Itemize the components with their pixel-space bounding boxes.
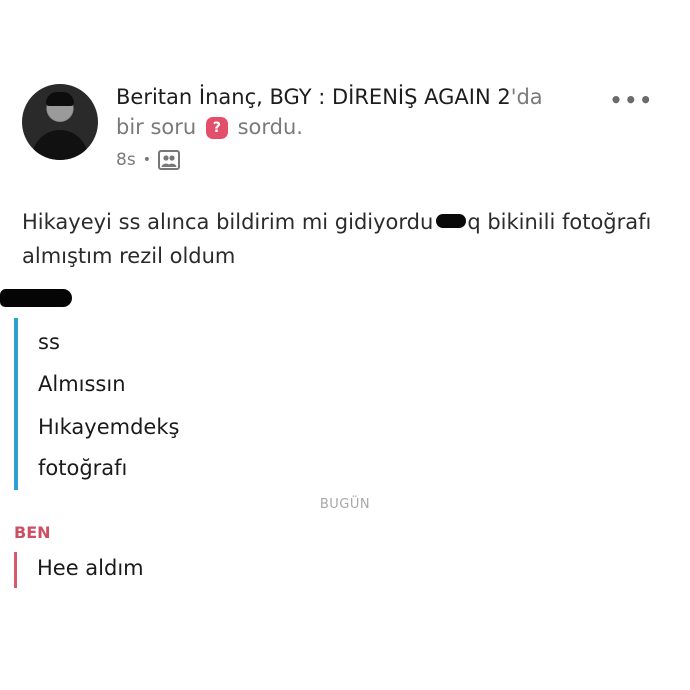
- post-header: Beritan İnanç, BGY : DİRENİŞ AGAIN 2'da …: [22, 82, 672, 182]
- more-options-icon[interactable]: •••: [610, 88, 654, 112]
- post-body: Hikayeyi ss alınca bildirim mi gidiyordu…: [22, 205, 662, 273]
- post-time[interactable]: 8s: [116, 150, 136, 170]
- quoted-message: ss: [38, 330, 60, 354]
- author-line: Beritan İnanç, BGY : DİRENİŞ AGAIN 2'da: [116, 82, 616, 112]
- post-meta: 8s •: [116, 150, 616, 170]
- question-icon: ?: [205, 117, 228, 139]
- reply-text: Hee aldım: [37, 556, 144, 580]
- quoted-message: fotoğrafı: [38, 456, 128, 480]
- sender-label-me: BEN: [14, 523, 51, 542]
- quoted-message: Almıssın: [38, 372, 126, 396]
- redacted-sender-name: [0, 289, 72, 307]
- meta-separator: •: [142, 152, 151, 168]
- action-line: bir soru ? sordu.: [116, 112, 616, 142]
- redaction-mark: [436, 214, 467, 228]
- post-header-text: Beritan İnanç, BGY : DİRENİŞ AGAIN 2'da …: [116, 82, 616, 170]
- action-prefix: bir soru: [116, 115, 197, 139]
- date-divider: BUGÜN: [319, 497, 371, 512]
- group-icon: [157, 150, 180, 170]
- post-text-part-1: Hikayeyi ss alınca bildirim mi gidiyordu: [22, 210, 434, 234]
- author-suffix: 'da: [510, 85, 543, 109]
- quoted-messages: ss Almıssın Hıkayemdekş fotoğrafı: [14, 318, 418, 490]
- quoted-message: Hıkayemdekş: [38, 415, 180, 439]
- avatar[interactable]: [22, 84, 98, 160]
- reply-message: Hee aldım: [14, 552, 317, 588]
- author-name[interactable]: Beritan İnanç, BGY : DİRENİŞ AGAIN 2: [116, 85, 511, 109]
- action-suffix: sordu.: [237, 115, 303, 139]
